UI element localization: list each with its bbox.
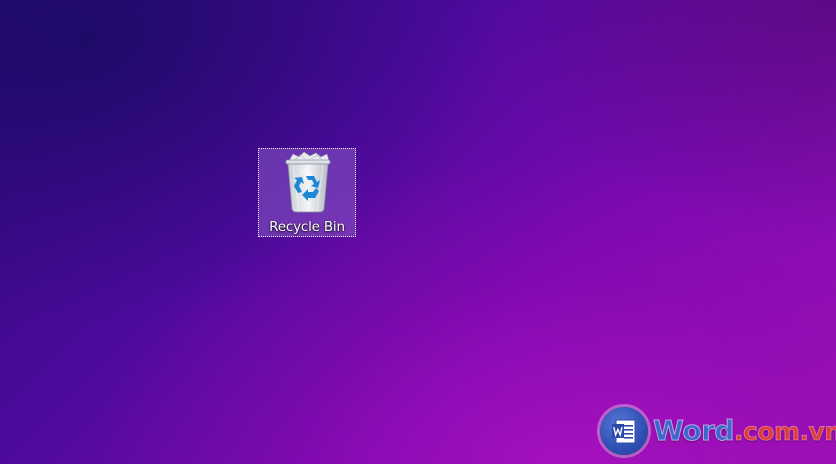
recycle-bin-icon [285, 151, 331, 213]
desktop[interactable] [0, 0, 836, 464]
recycle-bin-label: Recycle Bin [269, 219, 345, 235]
watermark-text: Word.com.vn [653, 414, 836, 447]
watermark-word: Word [653, 414, 735, 447]
watermark-domain: .com.vn [733, 417, 836, 446]
watermark: Word.com.vn [600, 405, 836, 457]
desktop-icon-recycle-bin[interactable]: Recycle Bin [258, 148, 356, 237]
word-logo-icon [600, 407, 648, 455]
